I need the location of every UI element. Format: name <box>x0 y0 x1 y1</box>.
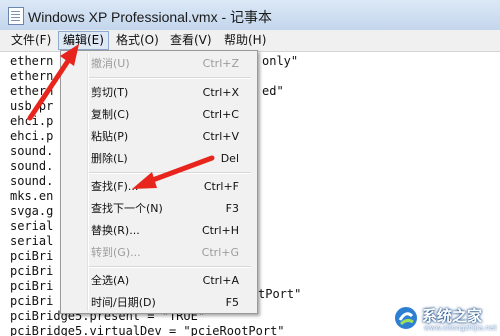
menu-separator <box>89 172 251 174</box>
watermark-logo-icon <box>393 305 419 331</box>
text-line: sound. <box>10 144 54 158</box>
edit-menu-dropdown: 撤消(U) Ctrl+Z 剪切(T) Ctrl+X 复制(C) Ctrl+C 粘… <box>60 50 258 314</box>
menu-item-paste[interactable]: 粘贴(P) Ctrl+V <box>63 126 253 147</box>
menu-item-find[interactable]: 查找(F)... Ctrl+F <box>63 176 253 197</box>
menu-item-cut[interactable]: 剪切(T) Ctrl+X <box>63 82 253 103</box>
text-line: ehci.p <box>10 114 54 128</box>
menu-item-select-all[interactable]: 全选(A) Ctrl+A <box>63 270 253 291</box>
menu-edit[interactable]: 编辑(E) <box>58 31 109 50</box>
menu-item-goto[interactable]: 转到(G)... Ctrl+G <box>63 242 253 263</box>
window-title: Windows XP Professional.vmx - 记事本 <box>28 9 273 25</box>
menu-file[interactable]: 文件(F) <box>7 32 55 49</box>
watermark-url: www.xitongzhijia.net <box>424 324 497 332</box>
menu-bar: 文件(F) 编辑(E) 格式(O) 查看(V) 帮助(H) <box>0 30 500 52</box>
text-line: mks.en <box>10 189 54 203</box>
watermark-logo: 系统之家 www.xitongzhijia.net <box>392 300 500 336</box>
menu-format[interactable]: 格式(O) <box>112 32 163 49</box>
notepad-icon <box>8 7 24 25</box>
menu-separator <box>89 77 251 79</box>
text-line: usb.pr <box>10 99 54 113</box>
text-line: sound. <box>10 159 54 173</box>
text-fragment: tPort" <box>258 287 302 301</box>
menu-item-find-next[interactable]: 查找下一个(N) F3 <box>63 198 253 219</box>
menu-item-time-date[interactable]: 时间/日期(D) F5 <box>63 292 253 313</box>
menu-help[interactable]: 帮助(H) <box>220 32 270 49</box>
text-fragment: ed" <box>262 84 284 98</box>
text-line: serial <box>10 234 54 248</box>
text-line: serial <box>10 219 54 233</box>
text-line: ehci.p <box>10 129 54 143</box>
menu-item-delete[interactable]: 删除(L) Del <box>63 148 253 169</box>
text-line: pciBridge5.virtualDev = "pcieRootPort" <box>10 324 285 336</box>
menu-item-replace[interactable]: 替换(R)... Ctrl+H <box>63 220 253 241</box>
menu-item-copy[interactable]: 复制(C) Ctrl+C <box>63 104 253 125</box>
text-line: svga.g <box>10 204 54 218</box>
text-line: sound. <box>10 174 54 188</box>
menu-separator <box>89 266 251 268</box>
text-line: pciBri <box>10 279 54 293</box>
menu-view[interactable]: 查看(V) <box>166 32 216 49</box>
menu-item-undo[interactable]: 撤消(U) Ctrl+Z <box>63 53 253 74</box>
text-line: ethern <box>10 69 54 83</box>
watermark-name: 系统之家 <box>422 307 483 325</box>
text-line: pciBri <box>10 294 54 308</box>
title-bar: Windows XP Professional.vmx - 记事本 <box>0 0 500 31</box>
text-fragment: only" <box>262 54 299 68</box>
text-line: ethern <box>10 84 54 98</box>
text-line: pciBri <box>10 249 54 263</box>
text-line: pciBri <box>10 264 54 278</box>
text-line: ethern <box>10 54 54 68</box>
